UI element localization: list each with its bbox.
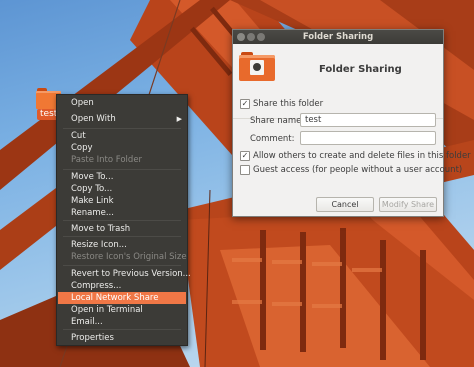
menu-item-move-to[interactable]: Move To... bbox=[58, 171, 186, 183]
share-name-label: Share name: bbox=[250, 116, 305, 126]
close-window-icon[interactable] bbox=[237, 33, 245, 41]
menu-item-properties[interactable]: Properties bbox=[58, 332, 186, 344]
share-name-input[interactable] bbox=[300, 113, 436, 127]
menu-item-local-network-share[interactable]: Local Network Share bbox=[58, 292, 186, 304]
menu-item-copy[interactable]: Copy bbox=[58, 142, 186, 154]
menu-separator bbox=[63, 265, 181, 266]
menu-item-paste-into-folder: Paste Into Folder bbox=[71, 155, 143, 165]
menu-item-rename[interactable]: Rename... bbox=[58, 207, 186, 219]
menu-item-revert-previous-version[interactable]: Revert to Previous Version... bbox=[58, 268, 191, 280]
menu-separator bbox=[63, 169, 181, 170]
menu-item-restore-icon-size: Restore Icon's Original Size bbox=[71, 252, 187, 262]
menu-item-cut[interactable]: Cut bbox=[58, 130, 186, 142]
folder-sharing-dialog: Folder Sharing Folder Sharing ✓ Share th… bbox=[232, 29, 471, 217]
menu-separator bbox=[63, 220, 181, 221]
menu-item-copy-to[interactable]: Copy To... bbox=[58, 183, 186, 195]
menu-item-resize-icon[interactable]: Resize Icon... bbox=[58, 239, 186, 251]
allow-others-checkbox[interactable]: ✓ bbox=[240, 151, 250, 161]
menu-separator bbox=[63, 128, 181, 129]
cancel-button[interactable]: Cancel bbox=[316, 197, 374, 212]
menu-separator bbox=[63, 329, 181, 330]
menu-item-compress[interactable]: Compress... bbox=[58, 280, 186, 292]
share-emblem-icon bbox=[250, 60, 264, 75]
allow-others-label: Allow others to create and delete files … bbox=[253, 151, 471, 161]
share-this-folder-checkbox[interactable]: ✓ bbox=[240, 99, 250, 109]
dialog-heading: Folder Sharing bbox=[319, 64, 402, 75]
modify-share-button[interactable]: Modify Share bbox=[379, 197, 437, 212]
comment-input[interactable] bbox=[300, 131, 436, 145]
submenu-arrow-icon: ▶ bbox=[176, 115, 182, 123]
menu-item-make-link[interactable]: Make Link bbox=[58, 195, 186, 207]
minimize-window-icon[interactable] bbox=[247, 33, 255, 41]
shared-folder-icon bbox=[239, 52, 275, 82]
guest-access-checkbox[interactable] bbox=[240, 165, 250, 175]
menu-item-email[interactable]: Email... bbox=[58, 316, 186, 328]
menu-separator bbox=[63, 236, 181, 237]
window-title: Folder Sharing bbox=[302, 32, 374, 42]
menu-item-open-in-terminal[interactable]: Open in Terminal bbox=[58, 304, 186, 316]
share-this-folder-label: Share this folder bbox=[253, 99, 324, 109]
dialog-titlebar[interactable]: Folder Sharing bbox=[233, 30, 443, 44]
maximize-window-icon[interactable] bbox=[257, 33, 265, 41]
menu-item-open-with[interactable]: Open With ▶ bbox=[58, 113, 186, 125]
menu-item-open[interactable]: Open bbox=[58, 97, 186, 109]
context-menu: Open Open With ▶ Cut Copy Paste Into Fold… bbox=[56, 94, 191, 346]
menu-item-move-to-trash[interactable]: Move to Trash bbox=[58, 223, 186, 235]
comment-label: Comment: bbox=[250, 134, 295, 144]
guest-access-label: Guest access (for people without a user … bbox=[253, 165, 463, 175]
